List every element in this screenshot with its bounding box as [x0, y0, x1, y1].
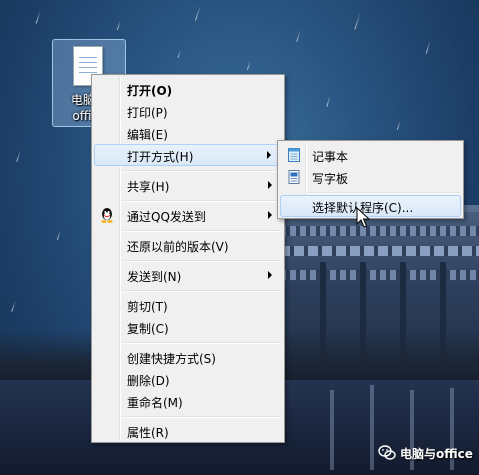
submenu-separator	[308, 192, 460, 194]
menu-separator	[122, 416, 281, 418]
menu-item-create-shortcut[interactable]: 创建快捷方式(S)	[94, 346, 282, 368]
menu-item-open[interactable]: 打开(O)	[94, 78, 282, 100]
submenu-arrow-icon	[268, 181, 272, 189]
submenu-item-label: 记事本	[312, 150, 349, 164]
menu-item-properties[interactable]: 属性(R)	[94, 420, 282, 442]
submenu-item-wordpad[interactable]: 写字板	[280, 166, 461, 188]
menu-item-label: 还原以前的版本(V)	[127, 240, 229, 254]
menu-separator	[122, 290, 281, 292]
menu-item-label: 创建快捷方式(S)	[127, 352, 216, 366]
menu-item-label: 打开方式(H)	[127, 150, 194, 164]
menu-item-cut[interactable]: 剪切(T)	[94, 294, 282, 316]
menu-item-delete[interactable]: 删除(D)	[94, 368, 282, 390]
menu-item-label: 剪切(T)	[127, 300, 168, 314]
menu-item-edit[interactable]: 编辑(E)	[94, 122, 282, 144]
submenu-item-choose-default-program[interactable]: 选择默认程序(C)...	[280, 195, 461, 217]
context-menu: 打开(O) 打印(P) 编辑(E) 打开方式(H) 共享(H) 通过QQ发送到 …	[91, 74, 285, 443]
menu-item-label: 属性(R)	[127, 426, 169, 440]
menu-item-send-to[interactable]: 发送到(N)	[94, 264, 282, 286]
notepad-icon	[288, 148, 300, 162]
wechat-icon	[378, 445, 396, 460]
menu-item-label: 编辑(E)	[127, 128, 168, 142]
menu-item-label: 打开(O)	[127, 84, 173, 98]
menu-item-label: 共享(H)	[127, 180, 170, 194]
menu-item-label: 复制(C)	[127, 322, 169, 336]
submenu-arrow-icon	[268, 271, 272, 279]
menu-item-send-via-qq[interactable]: 通过QQ发送到	[94, 204, 282, 226]
watermark-text: 电脑与office	[400, 447, 473, 461]
menu-item-print[interactable]: 打印(P)	[94, 100, 282, 122]
open-with-submenu: 记事本 写字板 选择默认程序(C)...	[277, 140, 464, 219]
mouse-pointer-icon	[356, 207, 370, 228]
menu-item-label: 重命名(M)	[127, 396, 183, 410]
wordpad-icon	[288, 170, 300, 184]
menu-item-share[interactable]: 共享(H)	[94, 174, 282, 196]
qq-penguin-icon	[101, 208, 113, 223]
menu-item-label: 通过QQ发送到	[127, 210, 206, 224]
menu-item-label: 打印(P)	[127, 106, 168, 120]
submenu-item-label: 写字板	[312, 172, 349, 186]
submenu-item-notepad[interactable]: 记事本	[280, 144, 461, 166]
menu-item-restore-versions[interactable]: 还原以前的版本(V)	[94, 234, 282, 256]
submenu-arrow-icon	[267, 151, 271, 159]
menu-separator	[122, 170, 281, 172]
menu-item-open-with[interactable]: 打开方式(H)	[94, 144, 282, 166]
menu-separator	[122, 230, 281, 232]
menu-item-rename[interactable]: 重命名(M)	[94, 390, 282, 412]
menu-separator	[122, 260, 281, 262]
menu-item-label: 删除(D)	[127, 374, 170, 388]
menu-separator	[122, 342, 281, 344]
submenu-arrow-icon	[268, 211, 272, 219]
menu-separator	[122, 200, 281, 202]
menu-item-copy[interactable]: 复制(C)	[94, 316, 282, 338]
menu-item-label: 发送到(N)	[127, 270, 182, 284]
